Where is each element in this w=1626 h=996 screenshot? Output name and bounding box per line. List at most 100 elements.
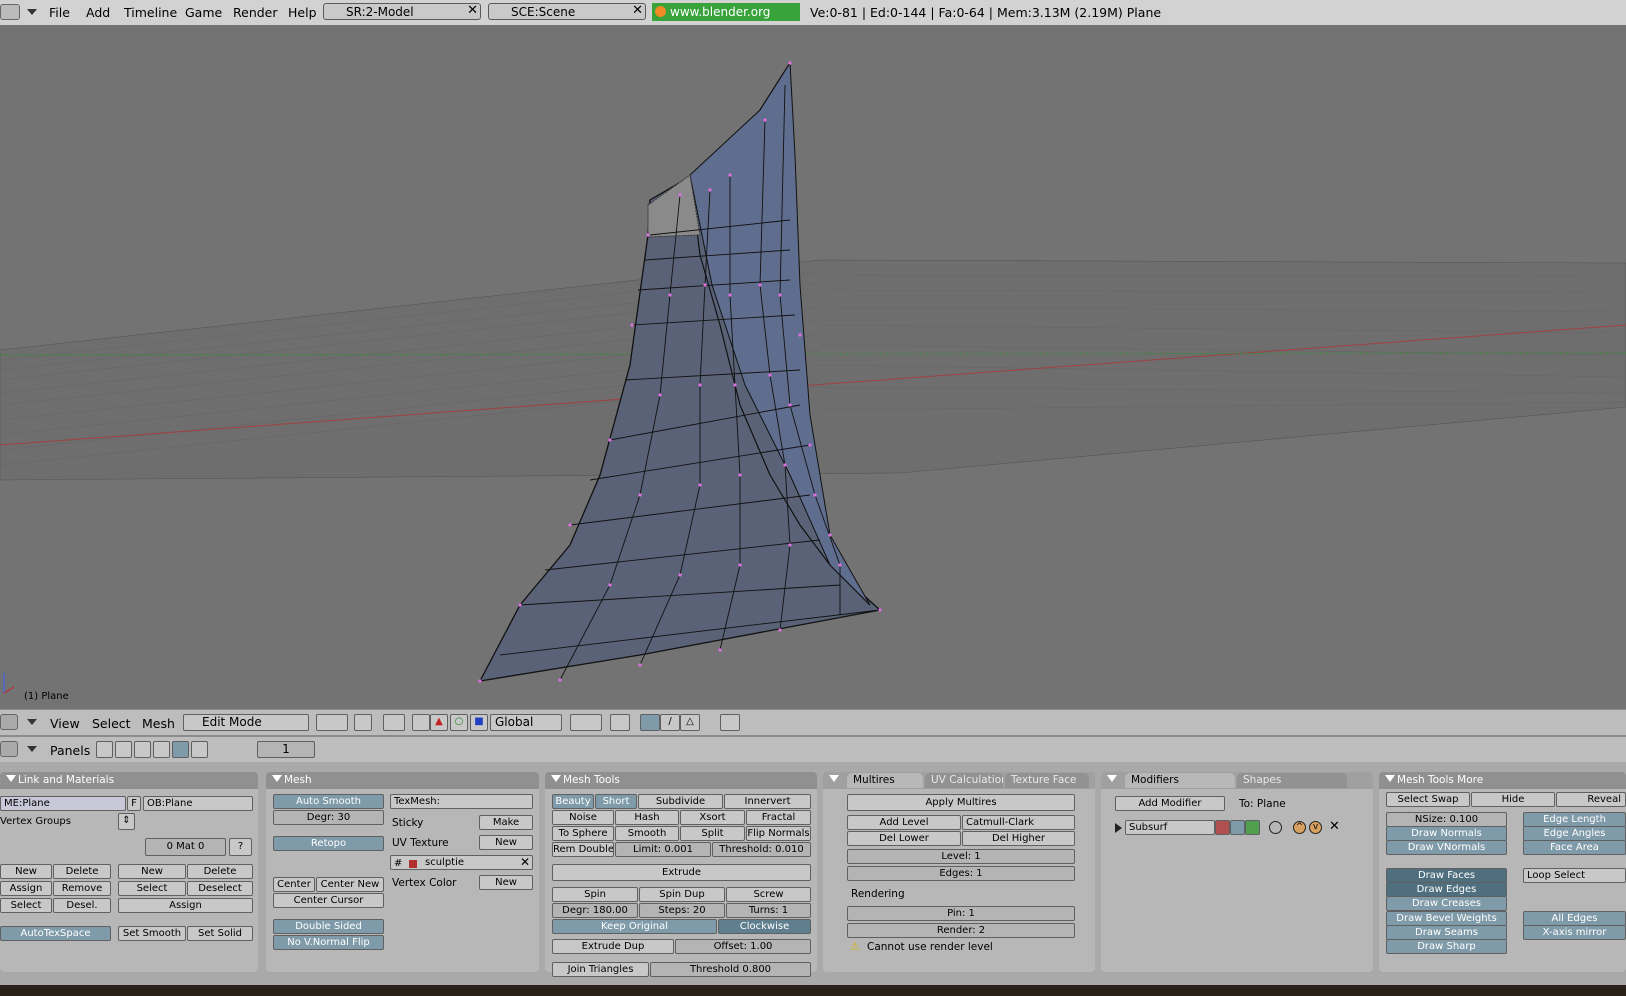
help-button[interactable]: ? bbox=[229, 838, 252, 856]
turns-field[interactable]: Turns: 1 bbox=[726, 903, 811, 918]
beauty-toggle[interactable]: Beauty bbox=[552, 794, 594, 809]
uv-texture-new-button[interactable]: New bbox=[479, 835, 533, 850]
expand-arrow-icon[interactable] bbox=[1115, 823, 1122, 833]
set-solid-button[interactable]: Set Solid bbox=[187, 926, 253, 941]
edge-length-toggle[interactable]: Edge Length bbox=[1523, 812, 1626, 827]
rem-doubles-button[interactable]: Rem Doubles bbox=[552, 842, 614, 857]
vgroup-remove-button[interactable]: Remove bbox=[53, 881, 111, 896]
x-axis-mirror-toggle[interactable]: X-axis mirror bbox=[1523, 925, 1626, 940]
vertex-color-new-button[interactable]: New bbox=[479, 875, 533, 890]
menu-view[interactable]: View bbox=[50, 716, 80, 731]
loop-select-toggle[interactable]: Loop Select bbox=[1523, 868, 1626, 883]
panel-header[interactable]: Link and Materials bbox=[0, 772, 258, 789]
apply-multires-button[interactable]: Apply Multires bbox=[847, 794, 1075, 811]
smooth-button[interactable]: Smooth bbox=[615, 826, 679, 841]
pin-field[interactable]: Pin: 1 bbox=[847, 906, 1075, 921]
hand-icon[interactable] bbox=[412, 714, 430, 731]
auto-smooth-toggle[interactable]: Auto Smooth bbox=[273, 794, 384, 809]
center-button[interactable]: Center bbox=[273, 877, 315, 892]
object-context-icon[interactable] bbox=[153, 741, 170, 758]
panel-header[interactable]: Mesh Tools bbox=[545, 772, 817, 789]
snap-icon[interactable] bbox=[383, 714, 405, 731]
retopo-toggle[interactable]: Retopo bbox=[273, 836, 384, 851]
tab-multires[interactable]: Multires bbox=[847, 773, 923, 788]
tab-texture-face[interactable]: Texture Face bbox=[1005, 773, 1089, 788]
scale-manipulator-icon[interactable]: ○ bbox=[450, 714, 468, 731]
draw-normals-toggle[interactable]: Draw Normals bbox=[1386, 826, 1507, 841]
frame-field[interactable]: 1 bbox=[257, 741, 315, 758]
draw-sharp-toggle[interactable]: Draw Sharp bbox=[1386, 939, 1507, 954]
material-index-field[interactable]: 0 Mat 0 bbox=[145, 838, 226, 856]
level-field[interactable]: Level: 1 bbox=[847, 849, 1075, 864]
draw-creases-toggle[interactable]: Draw Creases bbox=[1386, 896, 1507, 911]
orientation-selector[interactable]: Global bbox=[490, 714, 562, 731]
shading-context-icon[interactable] bbox=[134, 741, 151, 758]
del-lower-button[interactable]: Del Lower bbox=[847, 831, 961, 846]
realtime-toggle-icon[interactable] bbox=[1230, 820, 1245, 835]
select-swap-button[interactable]: Select Swap bbox=[1386, 792, 1470, 807]
editing-context-icon[interactable] bbox=[172, 741, 189, 758]
keep-original-toggle[interactable]: Keep Original bbox=[552, 919, 717, 934]
steps-field[interactable]: Steps: 20 bbox=[639, 903, 725, 918]
render-icon[interactable] bbox=[720, 714, 740, 731]
logic-context-icon[interactable] bbox=[96, 741, 113, 758]
rotate-manipulator-icon[interactable]: ▲ bbox=[430, 714, 448, 731]
spin-degr-field[interactable]: Degr: 180.00 bbox=[552, 903, 638, 918]
vgroup-assign-button[interactable]: Assign bbox=[0, 881, 52, 896]
scene-context-icon[interactable] bbox=[191, 741, 208, 758]
auto-smooth-degr-field[interactable]: Degr: 30 bbox=[273, 810, 384, 825]
render-field[interactable]: Render: 2 bbox=[847, 923, 1075, 938]
collapse-arrow-icon[interactable] bbox=[27, 719, 37, 725]
xsort-button[interactable]: Xsort bbox=[680, 810, 745, 825]
set-smooth-button[interactable]: Set Smooth bbox=[118, 926, 186, 941]
double-sided-toggle[interactable]: Double Sided bbox=[273, 919, 384, 934]
move-up-icon[interactable]: ^ bbox=[1293, 821, 1306, 834]
offset-field[interactable]: Offset: 1.00 bbox=[675, 939, 811, 954]
texmesh-field[interactable]: TexMesh: bbox=[390, 794, 533, 809]
center-cursor-button[interactable]: Center Cursor bbox=[273, 893, 384, 908]
delete-modifier-icon[interactable]: ✕ bbox=[1329, 819, 1340, 834]
reveal-button[interactable]: Reveal bbox=[1556, 792, 1626, 807]
edges-field[interactable]: Edges: 1 bbox=[847, 866, 1075, 881]
fake-user-button[interactable]: F bbox=[127, 796, 141, 811]
close-icon[interactable]: ✕ bbox=[467, 3, 478, 18]
center-new-button[interactable]: Center New bbox=[316, 877, 384, 892]
limit-field[interactable]: Limit: 0.001 bbox=[615, 842, 711, 857]
hide-button[interactable]: Hide bbox=[1471, 792, 1555, 807]
edge-select-icon[interactable]: / bbox=[660, 714, 680, 731]
tab-uv-calculation[interactable]: UV Calculation bbox=[925, 773, 1003, 788]
tab-modifiers[interactable]: Modifiers bbox=[1125, 773, 1235, 788]
cage-toggle-icon[interactable] bbox=[1269, 821, 1282, 834]
subdivision-type-menu[interactable]: Catmull-Clark bbox=[962, 815, 1075, 830]
to-sphere-button[interactable]: To Sphere bbox=[552, 826, 614, 841]
mat-new-button[interactable]: New bbox=[118, 864, 186, 879]
autotexspace-toggle[interactable]: AutoTexSpace bbox=[0, 926, 111, 941]
move-down-icon[interactable]: v bbox=[1309, 821, 1322, 834]
script-context-icon[interactable] bbox=[115, 741, 132, 758]
all-edges-toggle[interactable]: All Edges bbox=[1523, 911, 1626, 926]
subsurf-name-field[interactable]: Subsurf bbox=[1125, 820, 1215, 835]
sticky-make-button[interactable]: Make bbox=[479, 815, 533, 830]
mat-select-button[interactable]: Select bbox=[118, 881, 186, 896]
mode-selector[interactable]: Edit Mode bbox=[183, 714, 309, 731]
screw-button[interactable]: Screw bbox=[726, 887, 811, 902]
split-button[interactable]: Split bbox=[680, 826, 745, 841]
window-type-icon[interactable] bbox=[0, 741, 18, 757]
scene-selector[interactable]: SCE:Scene ✕ bbox=[488, 3, 646, 20]
threshold-field[interactable]: Threshold: 0.010 bbox=[712, 842, 811, 857]
mat-deselect-button[interactable]: Deselect bbox=[187, 881, 253, 896]
transform-manipulator-icon[interactable]: ■ bbox=[470, 714, 488, 731]
menu-render[interactable]: Render bbox=[233, 5, 278, 20]
del-higher-button[interactable]: Del Higher bbox=[962, 831, 1075, 846]
draw-edges-toggle[interactable]: Draw Edges bbox=[1386, 882, 1507, 897]
face-area-toggle[interactable]: Face Area bbox=[1523, 840, 1626, 855]
blender-site-badge[interactable]: www.blender.org 249.2 bbox=[652, 3, 800, 37]
menu-add[interactable]: Add bbox=[86, 5, 110, 20]
no-vnormal-flip-toggle[interactable]: No V.Normal Flip bbox=[273, 935, 384, 950]
vgroup-desel-button[interactable]: Desel. bbox=[53, 898, 111, 913]
face-select-icon[interactable]: △ bbox=[680, 714, 700, 731]
window-type-icon[interactable] bbox=[0, 4, 20, 20]
panel-header[interactable]: Mesh bbox=[266, 772, 539, 789]
screen-selector[interactable]: SR:2-Model ✕ bbox=[323, 3, 481, 20]
draw-vnormals-toggle[interactable]: Draw VNormals bbox=[1386, 840, 1507, 855]
